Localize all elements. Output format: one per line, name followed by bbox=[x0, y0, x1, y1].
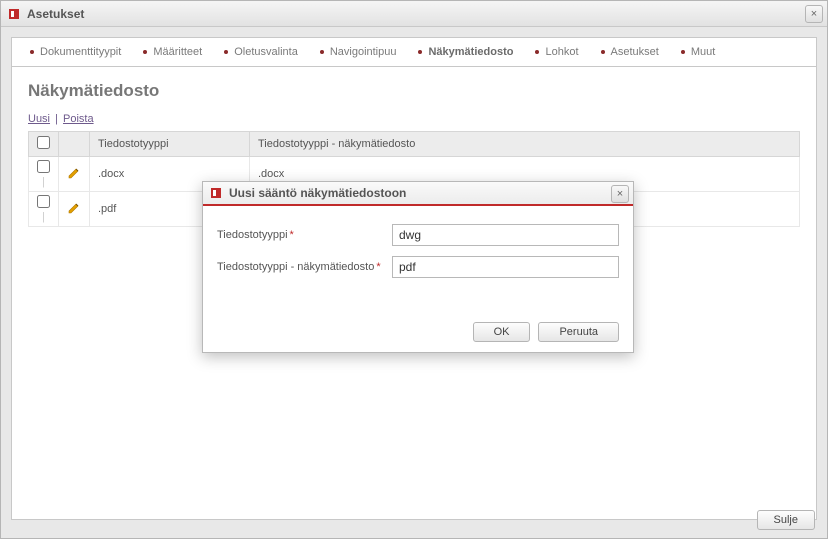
row-checkbox-cell: | bbox=[29, 157, 59, 192]
row-checkbox-cell: | bbox=[29, 192, 59, 227]
viewfile-input[interactable] bbox=[392, 256, 619, 278]
tab-bullet-icon bbox=[320, 50, 324, 54]
app-icon bbox=[7, 7, 21, 21]
tab-asetukset[interactable]: Asetukset bbox=[601, 46, 659, 58]
close-icon: × bbox=[617, 188, 623, 200]
tab-label: Navigointipuu bbox=[330, 46, 397, 58]
form-row-filetype: Tiedostotyyppi* bbox=[217, 224, 619, 246]
dialog-footer: OK Peruuta bbox=[473, 322, 619, 342]
filetype-label-text: Tiedostotyyppi bbox=[217, 229, 288, 241]
dialog-body: Tiedostotyyppi* Tiedostotyyppi - näkymät… bbox=[203, 206, 633, 296]
tab-label: Näkymätiedosto bbox=[428, 46, 513, 58]
window-titlebar: Asetukset × bbox=[1, 1, 827, 27]
close-button[interactable]: Sulje bbox=[757, 510, 815, 530]
tab-muut[interactable]: Muut bbox=[681, 46, 715, 58]
section-title: Näkymätiedosto bbox=[28, 81, 800, 101]
tab-label: Lohkot bbox=[545, 46, 578, 58]
tab-bullet-icon bbox=[418, 50, 422, 54]
tab-label: Dokumenttityypit bbox=[40, 46, 121, 58]
required-mark: * bbox=[290, 229, 294, 241]
tab-bullet-icon bbox=[143, 50, 147, 54]
cancel-button[interactable]: Peruuta bbox=[538, 322, 619, 342]
form-row-viewfile: Tiedostotyyppi - näkymätiedosto* bbox=[217, 256, 619, 278]
dialog-title: Uusi sääntö näkymätiedostoon bbox=[229, 186, 406, 200]
tab-dokumenttityypit[interactable]: Dokumenttityypit bbox=[30, 46, 121, 58]
tab-label: Asetukset bbox=[611, 46, 659, 58]
filetype-label: Tiedostotyyppi* bbox=[217, 229, 392, 241]
row-checkbox[interactable] bbox=[37, 195, 50, 208]
window-title: Asetukset bbox=[27, 7, 84, 21]
tab-bullet-icon bbox=[601, 50, 605, 54]
tab-bullet-icon bbox=[681, 50, 685, 54]
tab-label: Muut bbox=[691, 46, 715, 58]
delete-link[interactable]: Poista bbox=[63, 113, 94, 125]
tabs-container: Dokumenttityypit Määritteet Oletusvalinta N… bbox=[1, 27, 827, 66]
viewfile-label: Tiedostotyyppi - näkymätiedosto* bbox=[217, 261, 392, 273]
edit-icon[interactable] bbox=[67, 201, 81, 215]
select-all-checkbox[interactable] bbox=[37, 136, 50, 149]
tab-oletusvalinta[interactable]: Oletusvalinta bbox=[224, 46, 298, 58]
tab-label: Määritteet bbox=[153, 46, 202, 58]
action-links: Uusi | Poista bbox=[28, 113, 800, 125]
tab-määritteet[interactable]: Määritteet bbox=[143, 46, 202, 58]
tab-näkymätiedosto[interactable]: Näkymätiedosto bbox=[418, 46, 513, 58]
filetype-input[interactable] bbox=[392, 224, 619, 246]
link-separator: | bbox=[55, 113, 58, 125]
tab-bullet-icon bbox=[30, 50, 34, 54]
header-viewfile: Tiedostotyyppi - näkymätiedosto bbox=[250, 132, 800, 157]
viewfile-label-text: Tiedostotyyppi - näkymätiedosto bbox=[217, 261, 374, 273]
window-close-button[interactable]: × bbox=[805, 5, 823, 23]
tab-bullet-icon bbox=[224, 50, 228, 54]
close-icon: × bbox=[811, 8, 817, 20]
edit-icon[interactable] bbox=[67, 166, 81, 180]
new-link[interactable]: Uusi bbox=[28, 113, 50, 125]
app-icon bbox=[209, 186, 223, 200]
row-edit-cell bbox=[59, 192, 90, 227]
row-divider: | bbox=[38, 176, 49, 188]
required-mark: * bbox=[376, 261, 380, 273]
window-footer: Sulje bbox=[757, 510, 815, 530]
tab-strip: Dokumenttityypit Määritteet Oletusvalinta N… bbox=[11, 37, 817, 66]
dialog-titlebar: Uusi sääntö näkymätiedostoon × bbox=[203, 182, 633, 206]
settings-window: Asetukset × Dokumenttityypit Määritteet Ol… bbox=[0, 0, 828, 539]
header-checkbox-cell bbox=[29, 132, 59, 157]
tab-label: Oletusvalinta bbox=[234, 46, 298, 58]
tab-bullet-icon bbox=[535, 50, 539, 54]
tab-lohkot[interactable]: Lohkot bbox=[535, 46, 578, 58]
row-divider: | bbox=[38, 211, 49, 223]
header-edit-cell bbox=[59, 132, 90, 157]
row-edit-cell bbox=[59, 157, 90, 192]
tab-navigointipuu[interactable]: Navigointipuu bbox=[320, 46, 397, 58]
new-rule-dialog: Uusi sääntö näkymätiedostoon × Tiedostot… bbox=[202, 181, 634, 353]
header-filetype: Tiedostotyyppi bbox=[90, 132, 250, 157]
row-checkbox[interactable] bbox=[37, 160, 50, 173]
ok-button[interactable]: OK bbox=[473, 322, 531, 342]
dialog-close-button[interactable]: × bbox=[611, 185, 629, 203]
